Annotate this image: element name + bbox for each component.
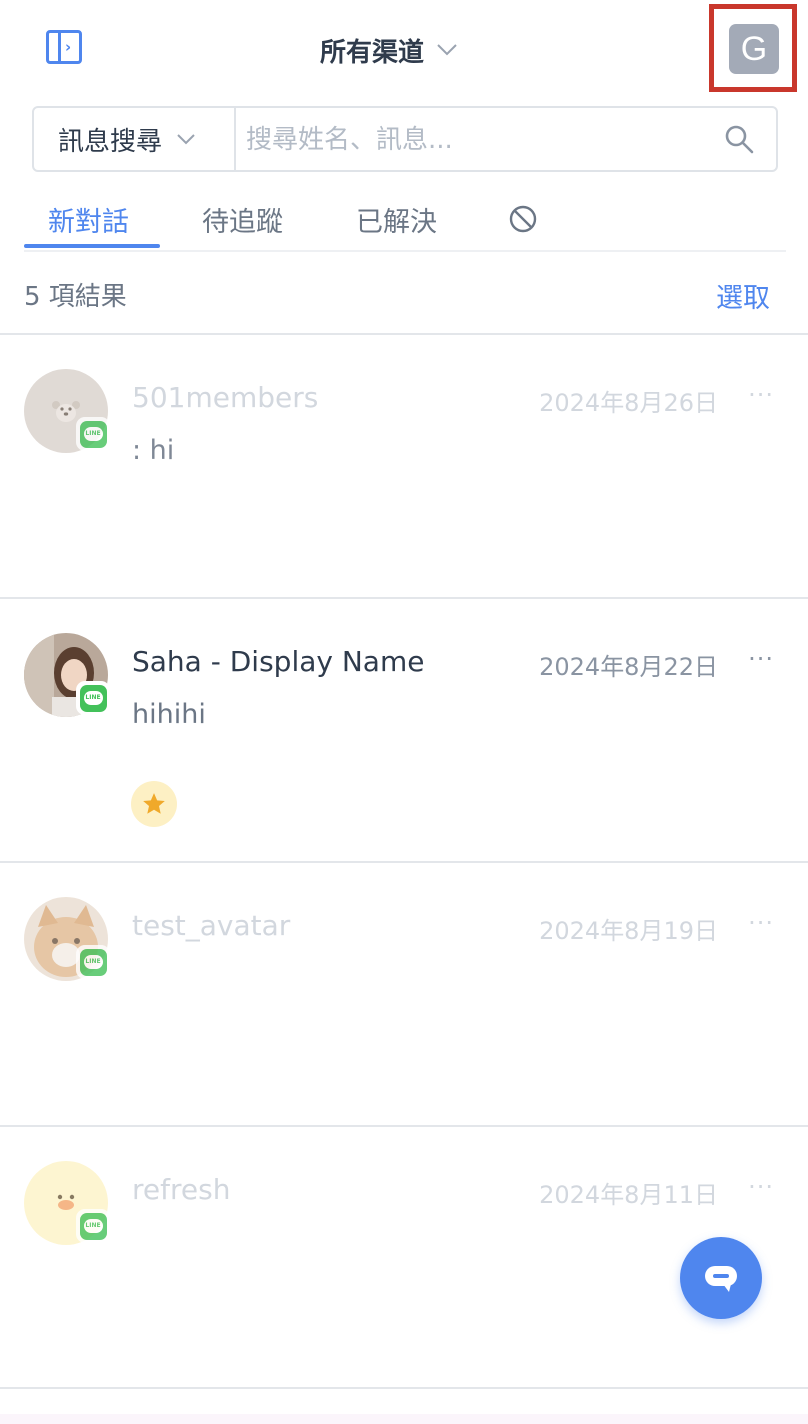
contact-name: 501members: [132, 381, 319, 414]
line-channel-badge: LINE: [76, 681, 110, 715]
chevron-down-icon: [437, 44, 457, 56]
line-channel-badge: LINE: [76, 417, 110, 451]
conversation-date: 2024年8月11日: [539, 1181, 718, 1209]
more-options-button[interactable]: ···: [748, 645, 774, 673]
more-options-button[interactable]: ···: [748, 1173, 774, 1201]
star-icon: [131, 781, 177, 827]
tab-active-indicator: [24, 244, 160, 248]
tab-new-conversations[interactable]: 新對話: [48, 200, 129, 239]
contact-name: test_avatar: [132, 909, 291, 942]
message-preview: : hi: [132, 435, 175, 466]
channel-selector[interactable]: 所有渠道: [320, 28, 458, 72]
conversation-tabs: 新對話 待追蹤 已解決: [24, 196, 786, 252]
chat-bubble-icon[interactable]: [680, 1237, 762, 1319]
more-options-button[interactable]: ···: [748, 909, 774, 937]
line-icon: LINE: [79, 948, 107, 976]
search-scope-label: 訊息搜尋: [58, 126, 163, 157]
line-channel-badge: LINE: [76, 945, 110, 979]
sidebar-toggle-icon[interactable]: ›: [46, 30, 82, 64]
conversation-list: LINE 501members 2024年8月26日 ··· : hi LINE…: [0, 333, 808, 1389]
chevron-right-icon: ›: [65, 38, 72, 56]
conversation-date: 2024年8月19日: [539, 917, 718, 945]
conversation-date: 2024年8月22日: [539, 653, 718, 681]
block-icon[interactable]: [508, 204, 538, 234]
line-channel-badge: LINE: [76, 1209, 110, 1243]
select-button[interactable]: 選取: [716, 276, 770, 315]
sidebar-toggle-bar: [58, 33, 61, 61]
contact-name: Saha - Display Name: [132, 645, 425, 678]
line-icon: LINE: [79, 420, 107, 448]
tab-resolved[interactable]: 已解決: [356, 200, 437, 239]
search-input[interactable]: [244, 114, 708, 166]
search-bar: 訊息搜尋: [32, 106, 778, 172]
channel-title: 所有渠道: [320, 37, 425, 68]
search-scope-dropdown[interactable]: 訊息搜尋: [34, 108, 234, 170]
contact-name: refresh: [132, 1173, 231, 1206]
line-icon: LINE: [79, 684, 107, 712]
search-icon[interactable]: [724, 124, 754, 154]
conversation-item[interactable]: LINE test_avatar 2024年8月19日 ···: [0, 861, 808, 1125]
conversation-item[interactable]: LINE 501members 2024年8月26日 ··· : hi: [0, 333, 808, 597]
message-preview: hihihi: [132, 699, 206, 730]
more-options-button[interactable]: ···: [748, 381, 774, 409]
conversation-item[interactable]: LINE Saha - Display Name 2024年8月22日 ··· …: [0, 597, 808, 861]
results-count: 5 項結果: [24, 282, 127, 312]
conversation-date: 2024年8月26日: [539, 389, 718, 417]
search-divider: [234, 108, 236, 170]
bottom-edge: [0, 1414, 808, 1424]
line-icon: LINE: [79, 1212, 107, 1240]
account-avatar[interactable]: G: [729, 24, 779, 74]
tab-pending[interactable]: 待追蹤: [202, 200, 283, 239]
chevron-down-icon: [177, 133, 195, 144]
